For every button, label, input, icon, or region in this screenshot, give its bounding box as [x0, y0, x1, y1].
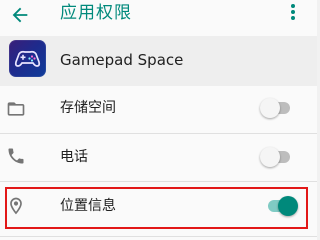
phone-icon [8, 148, 24, 164]
toggle-thumb [278, 196, 298, 216]
phone-toggle[interactable] [260, 147, 294, 167]
permission-row-phone[interactable]: 电话 [0, 134, 317, 181]
page-title: 应用权限 [60, 3, 132, 23]
permission-label: 位置信息 [60, 198, 116, 214]
location-icon [10, 197, 22, 215]
permission-row-location[interactable]: 位置信息 [0, 182, 317, 240]
more-vert-icon[interactable] [288, 2, 298, 24]
location-toggle[interactable] [264, 196, 298, 216]
arrow-left-icon[interactable] [9, 4, 31, 26]
divider [0, 236, 317, 237]
permission-row-storage[interactable]: 存储空间 [0, 86, 317, 133]
storage-toggle[interactable] [260, 98, 294, 118]
app-bar: 应用权限 [0, 0, 317, 36]
permission-label: 存储空间 [60, 100, 116, 116]
toggle-thumb [260, 98, 280, 118]
app-header: Gamepad Space [0, 36, 317, 86]
gamepad-icon [9, 40, 46, 77]
permission-label: 电话 [60, 149, 88, 165]
folder-icon [7, 102, 25, 116]
app-name: Gamepad Space [60, 51, 184, 69]
toggle-thumb [260, 147, 280, 167]
